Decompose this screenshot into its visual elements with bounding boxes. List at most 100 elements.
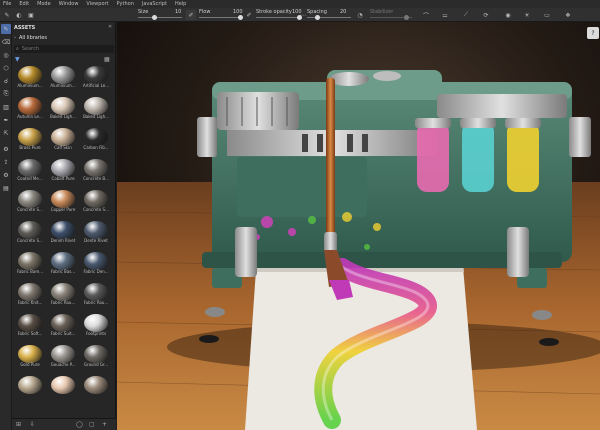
export-icon[interactable]: ⇪ — [1, 157, 11, 167]
material-tile[interactable]: Fabric Rou... — [81, 283, 111, 306]
search-box[interactable]: ⌕ — [14, 45, 114, 53]
material-tile[interactable]: Brass Pure — [15, 128, 45, 151]
add-icon[interactable]: + — [102, 421, 107, 428]
menu-help[interactable]: Help — [175, 1, 186, 7]
alpha-icon[interactable]: ▣ — [26, 10, 36, 20]
search-input[interactable] — [21, 46, 102, 52]
material-tile[interactable]: Fabric Suit... — [48, 314, 78, 337]
material-tile[interactable]: Dente Rivet — [81, 221, 111, 244]
material-tile[interactable]: Gold Pure — [15, 345, 45, 368]
camera-icon[interactable]: ◉ — [503, 10, 513, 20]
display-settings-icon[interactable]: ☀ — [522, 10, 532, 20]
close-icon[interactable]: ✕ — [108, 24, 112, 30]
material-tile[interactable]: Fabric Rou... — [48, 283, 78, 306]
material-tile[interactable]: Fabric Knit... — [15, 283, 45, 306]
fill-icon[interactable]: ▥ — [1, 102, 11, 112]
sphere-preview-icon[interactable]: ◯ — [76, 421, 83, 428]
material-tile[interactable]: Fabric Den... — [81, 252, 111, 275]
material-tile[interactable]: Fabric Bas... — [48, 252, 78, 275]
import-icon[interactable]: ⇩ — [30, 421, 35, 428]
document-icon[interactable]: ▤ — [1, 183, 11, 193]
clone-icon[interactable]: ⎘ — [1, 89, 11, 99]
menu-javascript[interactable]: JavaScript — [142, 1, 167, 7]
filter-icon[interactable]: ▼ — [15, 56, 20, 63]
material-tile[interactable]: Concrete S... — [15, 190, 45, 213]
menu-edit[interactable]: Edit — [19, 1, 29, 7]
flow-slider-track[interactable] — [199, 17, 243, 18]
size-slider-track[interactable] — [138, 17, 182, 18]
paint-brush-icon[interactable]: ✎ — [1, 24, 11, 34]
menu-viewport[interactable]: Viewport — [86, 1, 108, 7]
lazy-mouse-icon[interactable]: ⌒ — [421, 10, 431, 20]
material-tile[interactable] — [48, 376, 78, 399]
material-tile[interactable]: Concrete B... — [81, 159, 111, 182]
settings-icon[interactable]: ⚙ — [1, 170, 11, 180]
smudge-icon[interactable]: ☌ — [1, 76, 11, 86]
line-tool-icon[interactable]: ⟋ — [461, 10, 471, 20]
menu-window[interactable]: Window — [59, 1, 79, 7]
material-tile[interactable]: Aluminium... — [15, 66, 45, 89]
menu-mode[interactable]: Mode — [37, 1, 51, 7]
material-tile[interactable]: Baked Ligh... — [81, 97, 111, 120]
material-preview-sphere — [84, 128, 108, 146]
stroke-opacity-slider-track[interactable] — [256, 17, 300, 18]
stabilizer-toggle-icon[interactable]: ◔ — [355, 10, 365, 20]
library-selector[interactable]: › All libraries — [14, 33, 114, 43]
material-tile[interactable]: Aluminium... — [48, 66, 78, 89]
projection-icon[interactable]: ◎ — [1, 50, 11, 60]
material-preview-sphere — [18, 66, 42, 84]
material-name: Aluminium... — [17, 83, 43, 88]
size-slider-knob[interactable] — [152, 15, 157, 20]
geometry-mask-icon[interactable]: ⬡ — [1, 63, 11, 73]
material-tile[interactable]: Fabric Soft... — [15, 314, 45, 337]
sync-icon[interactable]: ⟳ — [481, 10, 491, 20]
material-tile[interactable]: Footprints — [81, 314, 111, 337]
size-value[interactable]: 10 — [175, 9, 181, 15]
material-preview-sphere — [51, 345, 75, 363]
brush-tool-icon[interactable]: ✎ — [2, 10, 12, 20]
flow-pressure-icon[interactable]: ✐ — [244, 10, 254, 20]
symmetry-icon[interactable]: ⚍ — [440, 10, 450, 20]
stabilizer-slider-knob[interactable] — [404, 15, 409, 20]
material-tile[interactable]: Carbon Fib... — [81, 128, 111, 151]
material-tile[interactable]: Autumn Le... — [15, 97, 45, 120]
material-tile[interactable]: Copper Pure — [48, 190, 78, 213]
pen-pressure-icon[interactable]: ✐ — [186, 10, 196, 20]
screen-icon[interactable]: ▭ — [542, 10, 552, 20]
material-tile[interactable]: Ground Gr... — [81, 345, 111, 368]
material-preview-sphere — [51, 128, 75, 146]
menu-file[interactable]: File — [3, 1, 11, 7]
material-tile[interactable]: Cobalt Pure — [48, 159, 78, 182]
material-tile[interactable]: Gouache P... — [48, 345, 78, 368]
material-name: Fabric Soft... — [17, 331, 43, 336]
material-tile[interactable]: Denim Rivet — [48, 221, 78, 244]
3d-viewport[interactable]: ? — [117, 22, 600, 430]
eraser-icon[interactable]: ⌫ — [1, 37, 11, 47]
plane-preview-icon[interactable]: ▢ — [89, 421, 95, 428]
menu-python[interactable]: Python — [117, 1, 134, 7]
material-tile[interactable]: Baked Ligh... — [48, 97, 78, 120]
flow-slider-knob[interactable] — [238, 15, 243, 20]
material-tile[interactable] — [15, 376, 45, 399]
material-name: Fabric Rou... — [50, 300, 76, 305]
material-tile[interactable]: Artificial Le... — [81, 66, 111, 89]
material-tile[interactable]: Fabric Bam... — [15, 252, 45, 275]
color-picker-icon[interactable]: ✒ — [1, 115, 11, 125]
flow-label: Flow — [199, 9, 211, 15]
material-tile[interactable]: Calf Skin — [48, 128, 78, 151]
brush-preset-icon[interactable]: ◐ — [14, 10, 24, 20]
material-tile[interactable]: Concrete S... — [15, 221, 45, 244]
grid-view-icon[interactable]: ▦ — [104, 56, 110, 63]
material-tile[interactable] — [81, 376, 111, 399]
add-folder-icon[interactable]: ⊞ — [16, 421, 21, 428]
material-name: Denim Rivet — [50, 238, 76, 243]
transform-icon[interactable]: ⇱ — [1, 128, 11, 138]
material-tile[interactable]: Concrete S... — [81, 190, 111, 213]
bake-icon[interactable]: ⚙ — [1, 144, 11, 154]
spacing-slider-track[interactable] — [307, 17, 351, 18]
material-tile[interactable]: Coated Me... — [15, 159, 45, 182]
render-icon[interactable]: ❖ — [563, 10, 573, 20]
help-button[interactable]: ? — [587, 27, 599, 39]
spacing-slider-knob[interactable] — [315, 15, 320, 20]
spacing-value[interactable]: 20 — [340, 9, 346, 15]
